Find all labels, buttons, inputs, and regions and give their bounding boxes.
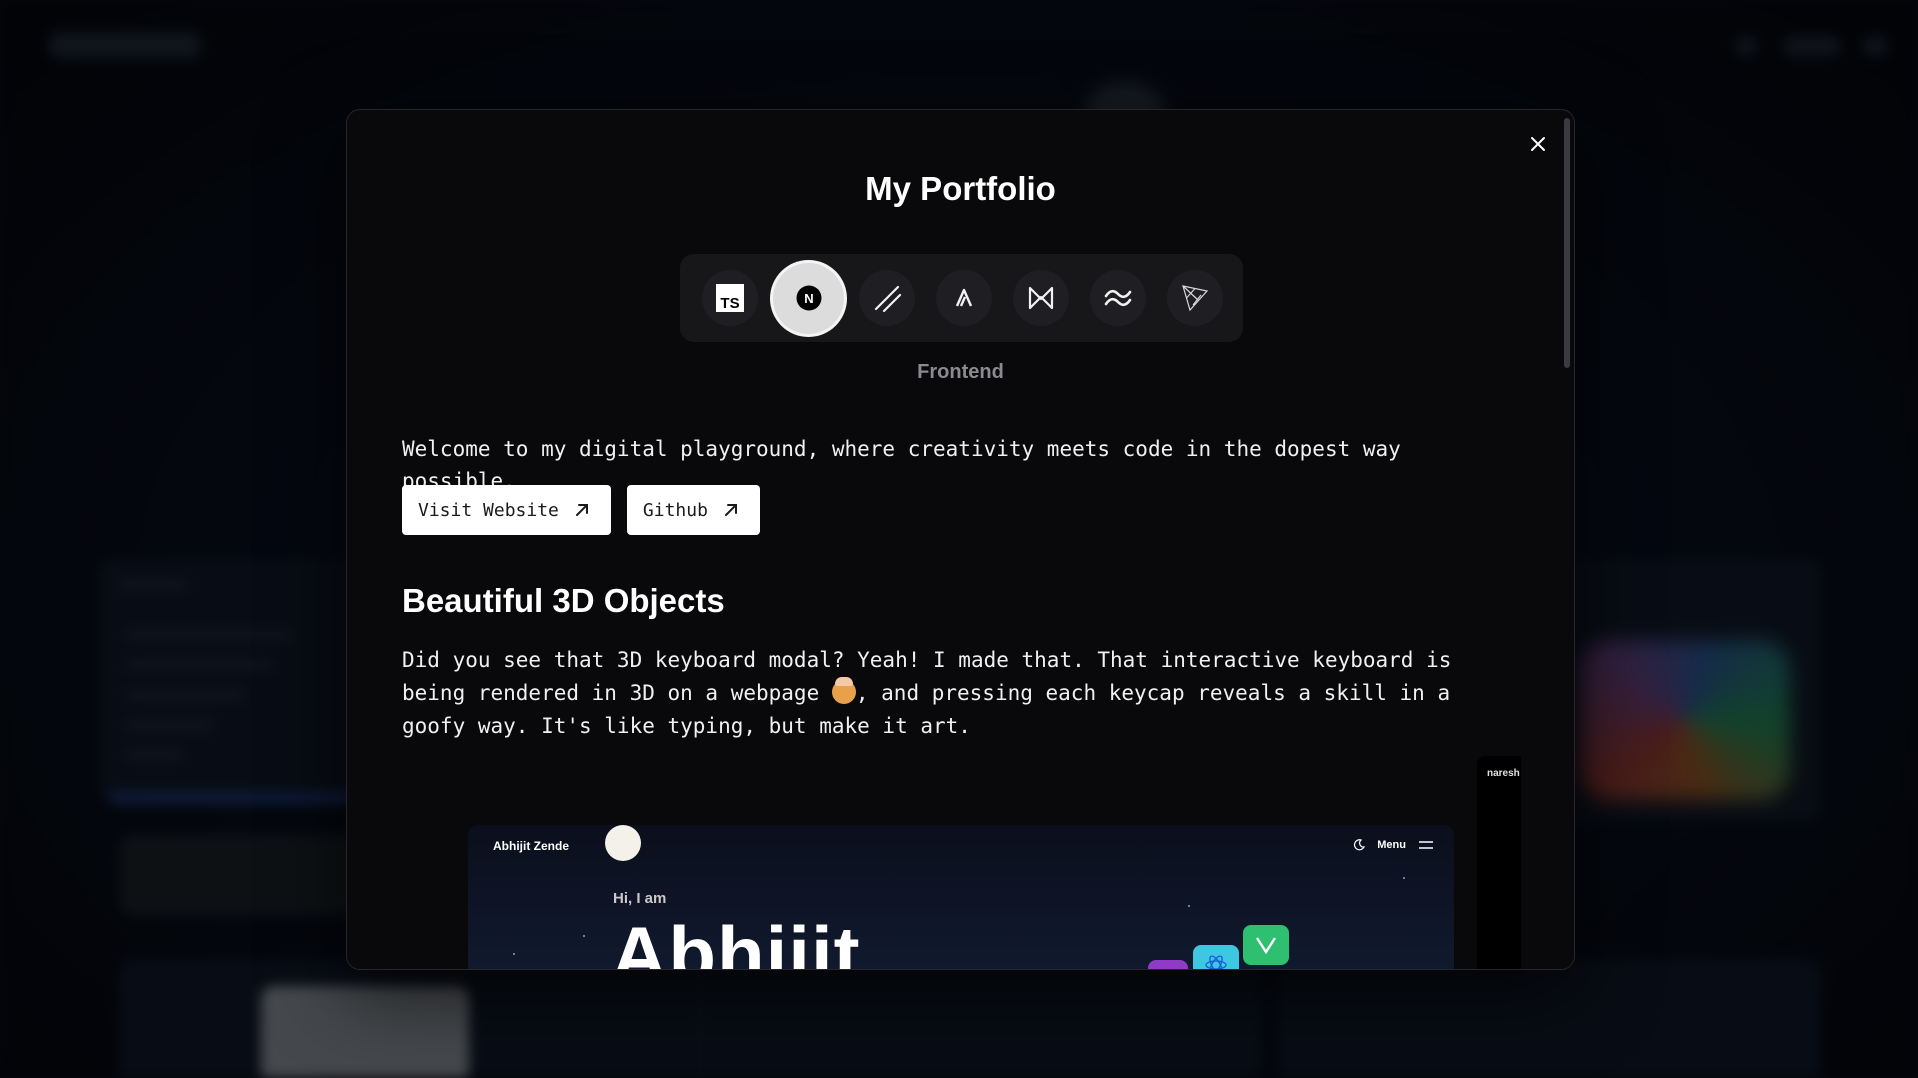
exploding-head-emoji-icon: [831, 677, 856, 704]
preview-greeting: Hi, I am: [613, 890, 667, 907]
arrow-up-right-icon: [575, 504, 588, 516]
visit-website-button[interactable]: Visit Website: [402, 485, 611, 535]
preview-name: Abhijit: [611, 910, 861, 970]
preview-keycap: [1243, 925, 1289, 965]
preview-keycap: [1148, 960, 1188, 969]
preview-menu: Menu: [1353, 839, 1434, 851]
modal-title: My Portfolio: [865, 170, 1056, 207]
project-preview-side: naresh: [1477, 756, 1521, 969]
project-modal: My Portfolio TS N Frontend Welcome to my…: [346, 109, 1575, 970]
tech-category-label: Frontend: [917, 361, 1004, 383]
svg-text:N: N: [804, 291, 813, 306]
tech-aceternity[interactable]: [936, 270, 992, 326]
github-label: Github: [642, 499, 708, 521]
svg-text:TS: TS: [720, 295, 739, 312]
close-icon: [1531, 137, 1545, 151]
hamburger-icon: [1419, 841, 1433, 849]
arrow-up-right-icon: [724, 504, 737, 516]
tech-tailwind[interactable]: [1090, 270, 1146, 326]
section-body: Did you see that 3D keyboard modal? Yeah…: [402, 644, 1512, 743]
threejs-icon: [1182, 285, 1209, 312]
preview-brand: Abhijit Zende: [493, 839, 569, 853]
tech-framer-motion[interactable]: [1013, 270, 1069, 326]
tailwind-icon: [1104, 289, 1132, 307]
section-title: Beautiful 3D Objects: [402, 582, 725, 619]
nextjs-icon: N: [796, 285, 821, 311]
aceternity-icon: [955, 288, 973, 307]
tech-nextjs[interactable]: N: [773, 262, 844, 334]
preview-moon: [605, 825, 641, 861]
typescript-icon: TS: [716, 284, 744, 312]
link-buttons: Visit Website Github: [402, 485, 760, 535]
preview-menu-label: Menu: [1377, 839, 1406, 851]
project-preview-image: Abhijit Zende Menu Hi, I am Abhijit: [468, 825, 1454, 970]
scrollbar-thumb[interactable]: [1564, 118, 1570, 368]
tech-shadcn[interactable]: [859, 270, 915, 326]
vue-icon: [1255, 937, 1277, 954]
github-button[interactable]: Github: [626, 485, 760, 535]
moon-icon: [1354, 839, 1366, 851]
visit-website-label: Visit Website: [418, 499, 559, 521]
framer-motion-icon: [1028, 286, 1054, 310]
tech-threejs[interactable]: [1167, 270, 1223, 326]
react-icon: [1205, 955, 1227, 969]
preview-keycap: [1193, 945, 1239, 969]
modal-scrollbar[interactable]: [1564, 118, 1570, 963]
tech-stack-bar: TS N: [680, 254, 1243, 342]
close-button[interactable]: [1524, 130, 1552, 158]
tech-typescript[interactable]: TS: [702, 270, 758, 326]
side-preview-label: naresh: [1487, 768, 1520, 779]
shadcn-icon: [874, 285, 902, 313]
